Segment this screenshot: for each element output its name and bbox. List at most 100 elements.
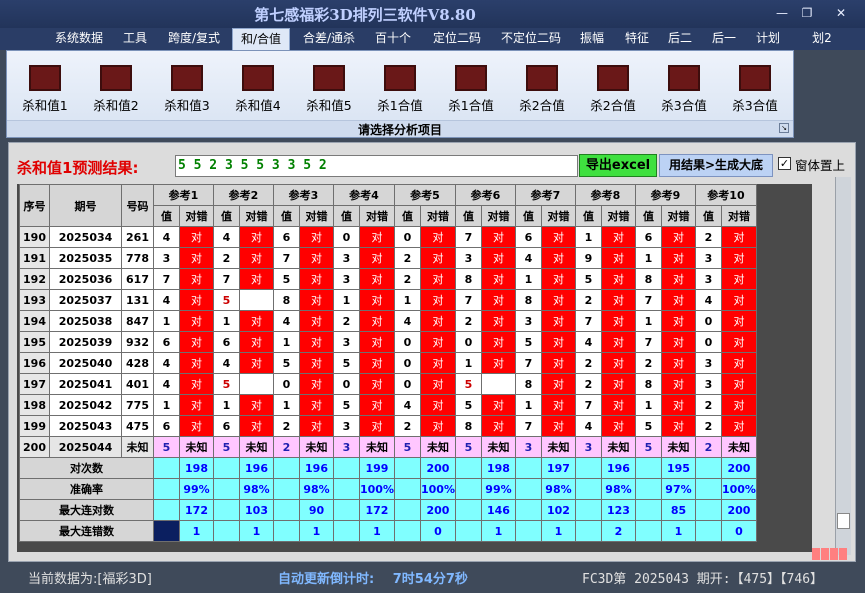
cell-check: 对	[419, 352, 456, 374]
menu-last1[interactable]: 后一	[706, 28, 742, 50]
table-row[interactable]: 191 2025035 778 3 对 2 对 7 对 3 对 2 对 3 对 4 对 9 对 1 对 3 对	[19, 247, 757, 269]
close-button[interactable]: ✕	[830, 4, 852, 22]
cell-value: 5	[634, 415, 662, 437]
row-index: 193	[19, 289, 50, 311]
table-row[interactable]: 194 2025038 847 1 对 1 对 4 对 2 对 4 对 2 对 3 对 7 对 1 对 0 对	[19, 310, 757, 332]
menu-last2[interactable]: 后二	[662, 28, 698, 50]
cell-check: 对	[600, 289, 636, 311]
cell-value: 3	[514, 310, 542, 332]
table-row[interactable]: 195 2025039 932 6 对 6 对 1 对 3 对 0 对 0 对 5 对 4 对 7 对 0 对	[19, 331, 757, 353]
menu-amplitude[interactable]: 振幅	[574, 28, 610, 50]
stats-spacer	[393, 520, 421, 542]
cell-value: 6	[634, 226, 662, 248]
stats-spacer	[393, 457, 421, 479]
ribbon-kill-2-heval-b[interactable]: 杀2合值	[580, 65, 646, 115]
menu-tools[interactable]: 工具	[114, 28, 156, 50]
vertical-scrollbar[interactable]	[835, 177, 851, 555]
stats-row: 最大连对数 172 103 90 172 200 146 102 123 85 200	[19, 499, 757, 521]
table-row[interactable]: 192 2025036 617 7 对 7 对 5 对 3 对 2 对 8 对 1 对 5 对 8 对 3 对	[19, 268, 757, 290]
stats-value: 100%	[720, 478, 757, 500]
ribbon-kill-3-heval-b[interactable]: 杀3合值	[722, 65, 788, 115]
stats-value: 103	[239, 499, 274, 521]
stats-spacer	[393, 499, 421, 521]
cell-check: 未知	[720, 436, 757, 458]
ribbon-kill-sum-5[interactable]: 杀和值5	[296, 65, 362, 115]
ribbon-kill-sum-2[interactable]: 杀和值2	[83, 65, 149, 115]
cell-check: 对	[480, 415, 516, 437]
cell-check: 对	[299, 415, 334, 437]
export-excel-button[interactable]: 导出excel	[579, 154, 657, 177]
ribbon-kill-sum-3[interactable]: 杀和值3	[154, 65, 220, 115]
stats-value: 196	[299, 457, 334, 479]
table-row[interactable]: 193 2025037 131 4 对 5 8 对 1 对 1 对 7 对 8 对 2 对 7 对 4 对	[19, 289, 757, 311]
cell-value: 8	[273, 289, 300, 311]
cell-value: 3	[333, 247, 360, 269]
stats-value: 1	[239, 520, 274, 542]
cell-check: 对	[720, 394, 757, 416]
cell-value: 1	[273, 394, 300, 416]
cell-check: 对	[480, 289, 516, 311]
generate-base-button[interactable]: 用结果>生成大底	[659, 154, 773, 177]
stats-spacer	[694, 457, 722, 479]
maximize-button[interactable]: ❐	[796, 4, 818, 22]
table-row[interactable]: 196 2025040 428 4 对 4 对 5 对 5 对 0 对 1 对 7 对 2 对 2 对 3 对	[19, 352, 757, 374]
header-ref-4: 参考4	[333, 184, 395, 206]
ribbon-kill-sum-4[interactable]: 杀和值4	[225, 65, 291, 115]
stats-spacer	[333, 457, 360, 479]
menu-feature[interactable]: 特征	[618, 28, 656, 50]
scroll-thumb[interactable]	[837, 513, 850, 529]
menu-pos2[interactable]: 定位二码	[426, 28, 488, 50]
row-period: 2025043	[49, 415, 122, 437]
ribbon-kill-1-heval-b[interactable]: 杀1合值	[438, 65, 504, 115]
results-grid: 序号 期号 号码 参考1 参考2 参考3 参考4 参考5 参考6 参考7 参考8 参考9 参考10 值对错…	[17, 184, 812, 552]
cell-check	[480, 373, 516, 395]
ribbon-kill-sum-1[interactable]: 杀和值1	[12, 65, 78, 115]
prediction-result-field[interactable]: 5 5 2 3 5 5 3 3 5 2	[175, 155, 578, 177]
minimize-button[interactable]: —	[771, 4, 793, 22]
cell-value: 3	[333, 331, 360, 353]
cell-check: 对	[179, 289, 214, 311]
table-row-pending[interactable]: 200 2025044 未知 5 未知 5 未知 2 未知 3 未知 5 未知 5 未知 3 未知 3 未知 5 未知 2…	[19, 436, 757, 458]
stats-value: 123	[600, 499, 636, 521]
cell-value: 0	[454, 331, 482, 353]
table-row[interactable]: 190 2025034 261 4 对 4 对 6 对 0 对 0 对 7 对 6 对 1 对 6 对 2 对	[19, 226, 757, 248]
cell-value: 2	[273, 415, 300, 437]
row-period: 2025040	[49, 352, 122, 374]
ribbon-kill-1-heval-a[interactable]: 杀1合值	[367, 65, 433, 115]
cell-check	[239, 373, 274, 395]
table-row[interactable]: 197 2025041 401 4 对 5 0 对 0 对 0 对 5 8 对 2 对 8 对 3 对	[19, 373, 757, 395]
menu-diff[interactable]: 合差/通杀	[296, 28, 362, 50]
menu-nonpos2[interactable]: 不定位二码	[494, 28, 568, 50]
ribbon-kill-2-heval-a[interactable]: 杀2合值	[509, 65, 575, 115]
cell-check: 对	[419, 268, 456, 290]
cell-check: 对	[540, 352, 576, 374]
header-value: 值	[574, 205, 602, 227]
cell-check: 对	[299, 226, 334, 248]
header-ref-10: 参考10	[694, 184, 757, 206]
menu-digits[interactable]: 百十个	[368, 28, 418, 50]
cell-value: 3	[333, 268, 360, 290]
header-check: 对错	[720, 205, 757, 227]
cell-check: 对	[359, 415, 395, 437]
expand-icon[interactable]: ↘	[779, 123, 789, 133]
stay-on-top-checkbox[interactable]: ✓	[778, 157, 791, 170]
header-check: 对错	[239, 205, 274, 227]
stats-value: 102	[540, 499, 576, 521]
row-index: 199	[19, 415, 50, 437]
menu-span[interactable]: 跨度/复式	[160, 28, 228, 50]
table-row[interactable]: 199 2025043 475 6 对 6 对 2 对 3 对 2 对 8 对 7 对 4 对 5 对 2 对	[19, 415, 757, 437]
ribbon-kill-3-heval-a[interactable]: 杀3合值	[651, 65, 717, 115]
menu-sum[interactable]: 和/合值	[232, 28, 290, 50]
menu-plan2[interactable]: 划2	[804, 28, 840, 50]
cell-check: 对	[239, 352, 274, 374]
cell-check: 对	[540, 394, 576, 416]
cell-value: 1	[634, 310, 662, 332]
cell-check: 对	[239, 415, 274, 437]
row-code: 131	[121, 289, 154, 311]
cell-check: 对	[600, 310, 636, 332]
menu-plan[interactable]: 计划	[750, 28, 786, 50]
menu-system-data[interactable]: 系统数据	[48, 28, 110, 50]
cell-check: 对	[179, 310, 214, 332]
cell-check: 对	[419, 226, 456, 248]
table-row[interactable]: 198 2025042 775 1 对 1 对 1 对 5 对 4 对 5 对 1 对 7 对 1 对 2 对	[19, 394, 757, 416]
